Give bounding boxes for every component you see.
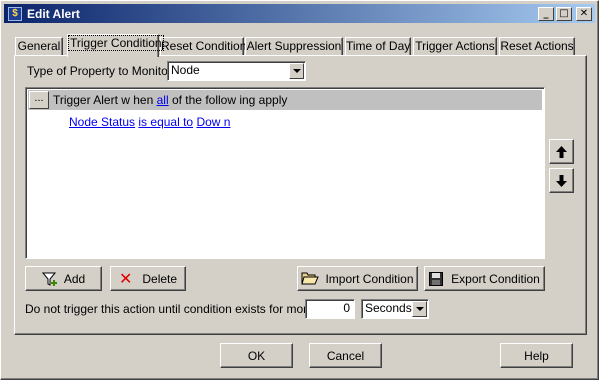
- minimize-button[interactable]: _: [538, 6, 554, 21]
- tab-label: Trigger Actions: [415, 39, 495, 53]
- add-filter-icon: [41, 272, 57, 286]
- condition-title-prefix: Trigger Alert w hen: [53, 93, 157, 107]
- match-mode-link[interactable]: all: [157, 93, 169, 107]
- window-title: Edit Alert: [27, 6, 80, 21]
- chevron-down-icon[interactable]: [289, 63, 304, 79]
- tab-label: Trigger Condition: [68, 35, 164, 51]
- condition-title: Trigger Alert w hen all of the follow in…: [53, 90, 287, 110]
- floppy-disk-icon: [429, 271, 444, 286]
- ok-button-label: OK: [247, 348, 266, 363]
- condition-row: Node Status is equal to Dow n: [69, 115, 230, 129]
- close-button[interactable]: ✕: [576, 6, 592, 21]
- tab-time-of-day[interactable]: Time of Day: [345, 37, 411, 56]
- help-button[interactable]: Help: [500, 343, 573, 368]
- tab-reset-condition[interactable]: Reset Condition: [160, 37, 247, 56]
- tab-label: Time of Day: [346, 39, 411, 53]
- maximize-button[interactable]: □: [556, 6, 572, 21]
- condition-header: ... Trigger Alert w hen all of the follo…: [28, 90, 542, 110]
- add-button-label: Add: [63, 271, 86, 286]
- delete-button[interactable]: ✕ Delete: [110, 266, 186, 291]
- delay-label: Do not trigger this action until conditi…: [25, 302, 341, 316]
- move-down-button[interactable]: [549, 168, 574, 193]
- ok-button[interactable]: OK: [220, 343, 293, 368]
- tab-reset-actions[interactable]: Reset Actions: [499, 37, 575, 56]
- tab-label: General: [17, 39, 61, 53]
- tab-trigger-condition[interactable]: Trigger Condition: [67, 34, 164, 57]
- delay-value-input[interactable]: 0: [305, 299, 355, 319]
- title-bar[interactable]: $ Edit Alert _ □ ✕: [4, 4, 595, 23]
- import-button-label: Import Condition: [325, 271, 414, 286]
- delete-button-label: Delete: [142, 271, 178, 286]
- help-button-label: Help: [524, 348, 549, 363]
- condition-value-link[interactable]: Dow n: [196, 115, 230, 129]
- tab-alert-suppression[interactable]: Alert Suppression: [245, 37, 343, 56]
- condition-title-suffix: of the follow ing apply: [168, 93, 288, 107]
- cancel-button[interactable]: Cancel: [309, 343, 382, 368]
- arrow-up-icon: [556, 145, 567, 158]
- condition-operator-link[interactable]: is equal to: [138, 115, 193, 129]
- condition-field-link[interactable]: Node Status: [69, 115, 135, 129]
- condition-tree[interactable]: ... Trigger Alert w hen all of the follo…: [25, 87, 545, 259]
- cancel-button-label: Cancel: [326, 348, 365, 363]
- property-type-label: Type of Property to Monitor:: [27, 64, 176, 78]
- folder-open-icon: [301, 272, 320, 285]
- import-condition-button[interactable]: Import Condition: [297, 266, 418, 291]
- tab-trigger-actions[interactable]: Trigger Actions: [413, 37, 497, 56]
- delay-unit-value: Seconds: [365, 301, 412, 315]
- export-button-label: Export Condition: [451, 271, 540, 286]
- tab-general[interactable]: General: [15, 37, 63, 56]
- property-type-value: Node: [171, 63, 200, 77]
- app-icon: $: [8, 6, 22, 21]
- tab-label: Reset Actions: [500, 39, 574, 53]
- export-condition-button[interactable]: Export Condition: [424, 266, 545, 291]
- condition-menu-button[interactable]: ...: [29, 91, 49, 109]
- tab-label: Alert Suppression: [246, 39, 342, 53]
- tab-label: Reset Condition: [161, 39, 247, 53]
- chevron-down-icon[interactable]: [412, 301, 427, 317]
- move-up-button[interactable]: [549, 139, 574, 164]
- property-type-select[interactable]: Node: [167, 61, 306, 81]
- delete-x-icon: ✕: [118, 269, 133, 288]
- delay-unit-select[interactable]: Seconds: [361, 299, 429, 319]
- arrow-down-icon: [556, 174, 567, 187]
- add-button[interactable]: Add: [25, 266, 102, 291]
- edit-alert-window: $ Edit Alert _ □ ✕ General Trigger Condi…: [0, 0, 599, 380]
